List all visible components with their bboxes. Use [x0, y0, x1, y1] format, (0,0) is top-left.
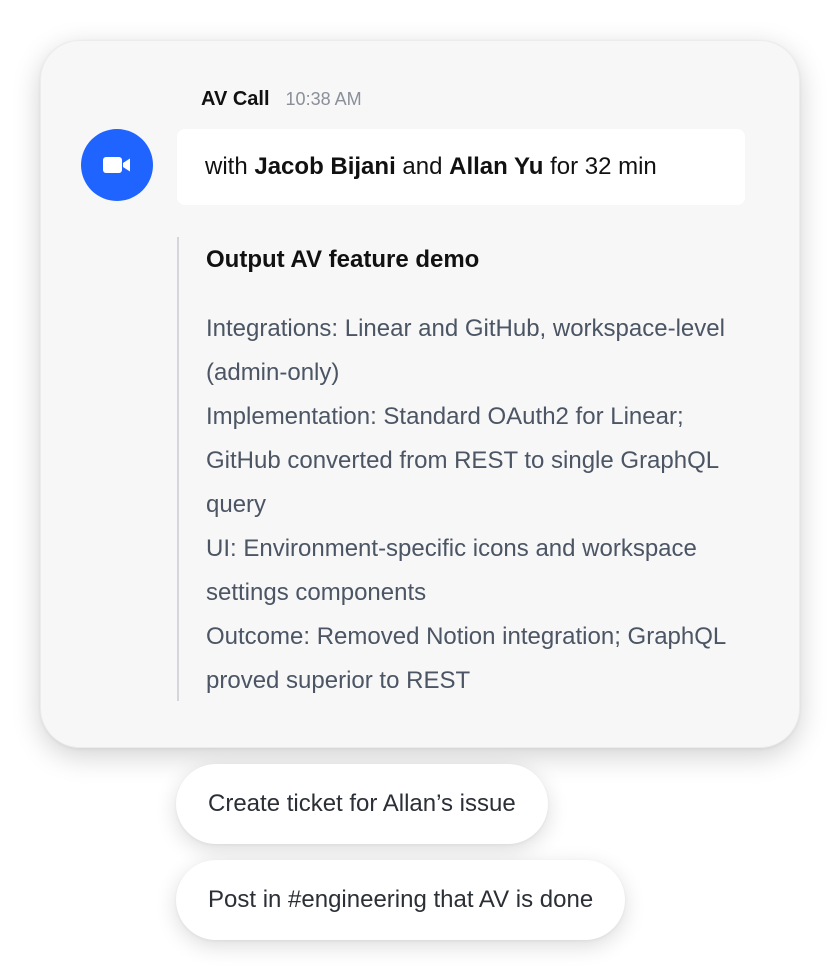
- video-call-avatar: [81, 129, 153, 201]
- summary-heading: Output AV feature demo: [206, 246, 480, 273]
- suggestion-post-engineering-button[interactable]: Post in #engineering that AV is done: [176, 860, 626, 940]
- summary-line: Outcome: Removed Notion integration; Gra…: [206, 623, 726, 694]
- summary-body: Integrations: Linear and GitHub, workspa…: [206, 307, 737, 703]
- call-header: AV Call 10:38 AM: [201, 88, 362, 111]
- participants-conjunction: and: [402, 153, 443, 180]
- summary-line: Implementation: Standard OAuth2 for Line…: [206, 403, 719, 518]
- call-card: AV Call 10:38 AM with Jacob Bijani and A…: [40, 40, 800, 748]
- call-summary: Output AV feature demo Integrations: Lin…: [177, 237, 737, 701]
- suggestion-create-ticket-button[interactable]: Create ticket for Allan’s issue: [176, 764, 548, 844]
- participant-name: Jacob Bijani: [254, 153, 396, 180]
- summary-line: UI: Environment-specific icons and works…: [206, 535, 697, 606]
- summary-line: Integrations: Linear and GitHub, workspa…: [206, 315, 725, 386]
- call-summary-view: AV Call 10:38 AM with Jacob Bijani and A…: [0, 0, 840, 980]
- call-time: 10:38 AM: [285, 89, 362, 109]
- participants-prefix: with: [205, 153, 248, 180]
- call-title: AV Call: [201, 88, 270, 110]
- call-participants: with Jacob Bijani and Allan Yu for 32 mi…: [177, 129, 745, 205]
- video-camera-icon: [103, 157, 130, 173]
- call-duration: for 32 min: [550, 153, 657, 180]
- participant-name: Allan Yu: [449, 153, 544, 180]
